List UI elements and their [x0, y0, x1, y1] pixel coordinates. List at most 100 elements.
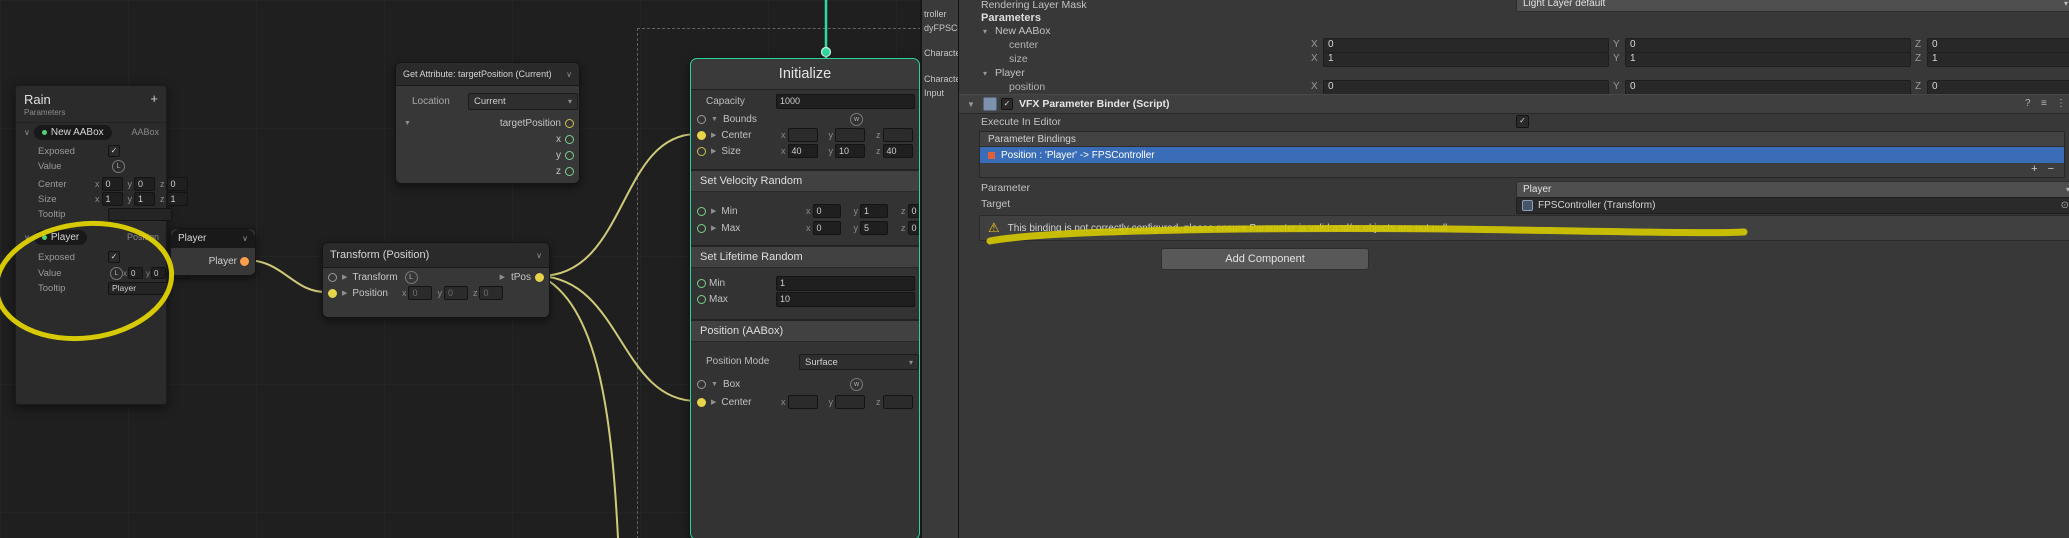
bounds-size-port[interactable] — [697, 146, 706, 156]
x-port[interactable] — [565, 134, 574, 144]
aabox-center-z-field[interactable]: 0 — [166, 177, 188, 191]
bounds-center-y-field[interactable] — [835, 128, 865, 142]
rendering-layer-mask-dropdown[interactable]: Light Layer default ▾ — [1516, 0, 2069, 12]
player-value-x-field[interactable]: 0 — [128, 267, 143, 279]
bounds-port[interactable] — [697, 114, 706, 124]
aabox-center-x-field[interactable]: 0 — [1323, 38, 1609, 53]
aabox-center-x-field[interactable]: 0 — [101, 177, 123, 191]
bounds-size-z-field[interactable]: 40 — [882, 144, 913, 158]
expander-icon[interactable]: ▶ — [711, 398, 716, 406]
player-tooltip-field[interactable]: Player — [108, 281, 172, 295]
target-object-field[interactable]: FPSController (Transform) ⊙ — [1516, 197, 2069, 214]
player-exposed-checkbox[interactable]: ✓ — [108, 251, 120, 263]
player-position-z-field[interactable]: 0 — [1927, 80, 2069, 95]
lifetime-min-port[interactable] — [697, 278, 706, 288]
local-space-badge[interactable]: L — [112, 159, 125, 173]
player-position-y-field[interactable]: 0 — [1625, 80, 1911, 95]
block-header-set-lifetime-random[interactable]: Set Lifetime Random — [691, 245, 919, 268]
remove-binding-button[interactable]: − — [2048, 164, 2054, 175]
expander-icon[interactable]: ▶ — [711, 147, 716, 155]
lifetime-min-field[interactable]: 1 — [776, 275, 915, 291]
aabox-size-x-field[interactable]: 1 — [1323, 52, 1609, 67]
location-dropdown[interactable]: Current ▾ — [468, 93, 578, 110]
aabox-center-y-field[interactable]: 0 — [134, 177, 155, 191]
expander-icon[interactable]: ▶ — [342, 273, 347, 281]
velocity-min-port[interactable] — [697, 206, 706, 216]
lifetime-max-field[interactable]: 10 — [776, 291, 915, 307]
aabox-tooltip-field[interactable] — [108, 207, 172, 221]
aabox-center-z-field[interactable]: 0 — [1927, 38, 2069, 53]
velocity-max-y-field[interactable]: 5 — [860, 221, 888, 235]
z-port[interactable] — [565, 166, 574, 176]
component-enabled-checkbox[interactable]: ✓ — [1001, 98, 1013, 110]
bounds-center-port[interactable] — [697, 130, 706, 140]
foldout-arrow-icon[interactable]: ∨ — [24, 233, 30, 242]
wire-player-to-transform[interactable] — [244, 259, 327, 293]
bounds-size-y-field[interactable]: 10 — [835, 144, 865, 158]
position-z-field[interactable]: 0 — [479, 286, 504, 300]
kebab-menu-icon[interactable]: ⋮ — [2056, 98, 2066, 109]
component-foldout-icon[interactable]: ▼ — [967, 100, 975, 109]
position-input-port[interactable] — [328, 288, 337, 298]
box-center-x-field[interactable] — [787, 395, 818, 409]
help-icon[interactable]: ? — [2025, 98, 2031, 109]
initialize-context-node[interactable]: Initialize Capacity 1000 ▼ Bounds w ▶ Ce… — [690, 58, 920, 538]
aabox-size-z-field[interactable]: 1 — [166, 192, 188, 206]
box-center-z-field[interactable] — [882, 395, 913, 409]
box-port[interactable] — [697, 379, 706, 389]
binding-row-selected[interactable]: Position : 'Player' -> FPSController — [980, 147, 2064, 163]
hierarchy-item[interactable]: dyFPSCon — [924, 23, 960, 33]
execute-in-editor-checkbox[interactable]: ✓ — [1516, 115, 1529, 128]
player-parameter-node[interactable]: Player ∨ Player — [170, 228, 256, 276]
tpos-output-port[interactable] — [535, 272, 544, 282]
parameter-item-player[interactable]: ∨ Player Position — [16, 229, 166, 245]
velocity-max-port[interactable] — [697, 223, 706, 233]
position-y-field[interactable]: 0 — [443, 286, 468, 300]
get-attribute-node[interactable]: Get Attribute: targetPosition (Current) … — [395, 62, 580, 184]
hierarchy-item[interactable]: Characte — [924, 48, 960, 58]
box-center-port[interactable] — [697, 397, 706, 407]
aabox-size-y-field[interactable]: 1 — [134, 192, 155, 206]
collapse-icon[interactable]: ∨ — [566, 70, 572, 79]
expander-icon[interactable]: ▶ — [711, 207, 716, 215]
add-component-button[interactable]: Add Component — [1161, 248, 1369, 270]
component-header-vfx-parameter-binder[interactable]: ▼ ✓ VFX Parameter Binder (Script) ? ≡ ⋮ — [959, 94, 2069, 114]
expander-icon[interactable]: ▼ — [711, 381, 718, 388]
vfx-graph-canvas[interactable]: + Rain Parameters ∨ New AABox AABox Expo… — [0, 0, 920, 538]
aabox-exposed-checkbox[interactable]: ✓ — [108, 145, 120, 157]
expander-icon[interactable]: ▶ — [711, 131, 716, 139]
transform-position-node[interactable]: Transform (Position) ∨ ▶ Transform L ▶ P… — [322, 242, 550, 318]
player-value-y-field[interactable]: 0 — [151, 267, 166, 279]
parameter-dropdown[interactable]: Player ▾ — [1516, 181, 2069, 198]
targetposition-port[interactable] — [565, 118, 574, 128]
bounds-center-x-field[interactable] — [787, 128, 818, 142]
aabox-size-z-field[interactable]: 1 — [1927, 52, 2069, 67]
expander-icon[interactable]: ▼ — [711, 116, 718, 123]
aabox-size-y-field[interactable]: 1 — [1625, 52, 1911, 67]
velocity-min-z-field[interactable]: 0 — [907, 204, 919, 218]
preset-icon[interactable]: ≡ — [2041, 98, 2047, 109]
player-foldout-icon[interactable]: ▾ — [983, 69, 987, 78]
transform-node-header[interactable]: Transform (Position) ∨ — [323, 243, 549, 268]
add-binding-button[interactable]: + — [2031, 164, 2037, 175]
expander-icon[interactable]: ▶ — [342, 289, 347, 297]
local-space-badge[interactable]: L — [404, 270, 418, 284]
position-x-field[interactable]: 0 — [408, 286, 433, 300]
collapse-icon[interactable]: ∨ — [242, 234, 248, 243]
aabox-foldout-icon[interactable]: ▾ — [983, 27, 987, 36]
hierarchy-item[interactable]: Input — [924, 88, 944, 98]
world-space-badge[interactable]: w — [850, 377, 863, 391]
capacity-field[interactable]: 1000 — [776, 93, 915, 109]
add-parameter-button[interactable]: + — [150, 91, 158, 106]
collapse-icon[interactable]: ∨ — [536, 251, 542, 260]
parameter-pill-player[interactable]: Player — [33, 229, 88, 245]
player-position-x-field[interactable]: 0 — [1323, 80, 1609, 95]
hierarchy-item[interactable]: Character — [924, 74, 960, 84]
player-node-header[interactable]: Player ∨ — [171, 229, 255, 248]
player-output-port[interactable] — [240, 256, 249, 266]
bounds-center-z-field[interactable] — [882, 128, 913, 142]
parameter-item-aabox[interactable]: ∨ New AABox AABox — [16, 124, 166, 140]
hierarchy-item[interactable]: troller — [924, 9, 947, 19]
parameter-pill-aabox[interactable]: New AABox — [33, 124, 112, 140]
velocity-min-y-field[interactable]: 1 — [860, 204, 888, 218]
